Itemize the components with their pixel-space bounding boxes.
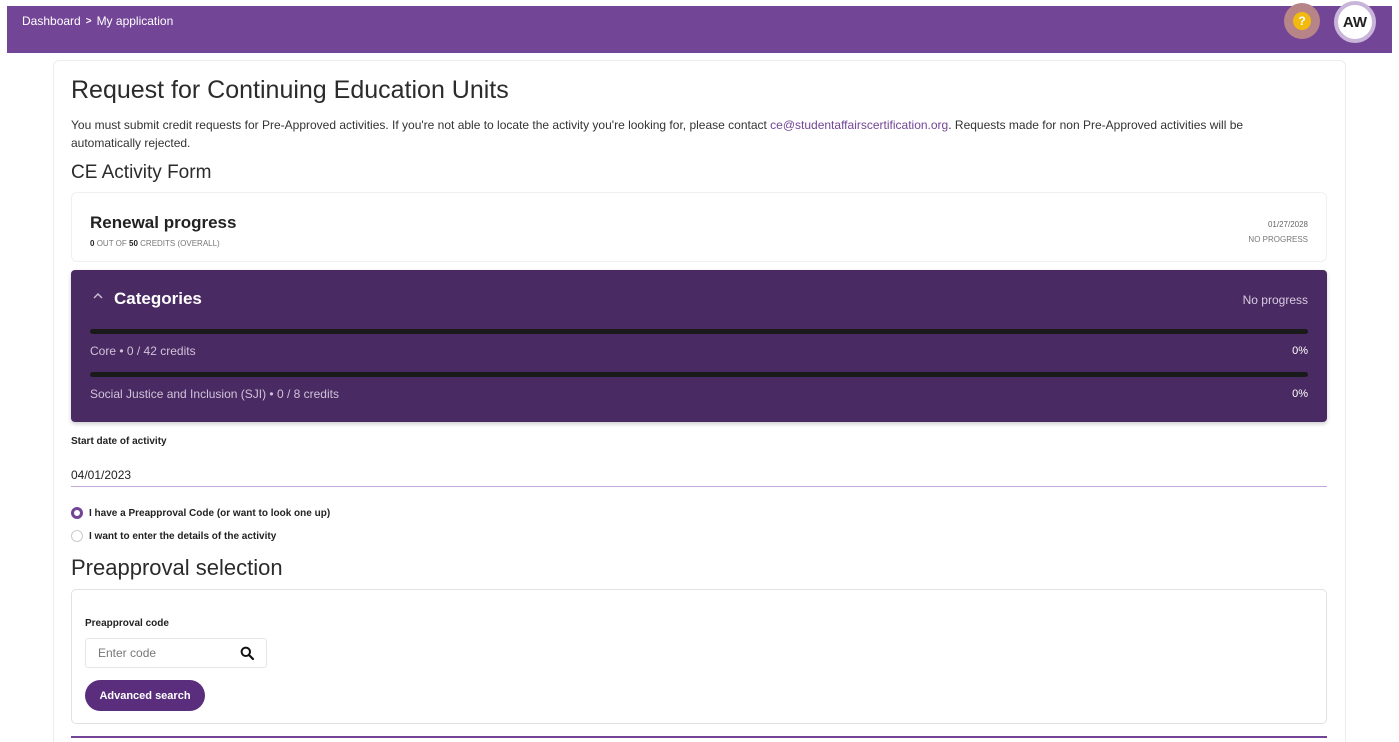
radio-enter-details-label: I want to enter the details of the activ…	[89, 530, 277, 542]
top-bar: Dashboard > My application ? AW	[7, 1, 1392, 53]
help-button[interactable]: ?	[1284, 3, 1320, 39]
renewal-progress-title: Renewal progress	[90, 213, 237, 232]
preapproval-section-title: Preapproval selection	[71, 555, 283, 580]
page-title: Request for Continuing Education Units	[71, 76, 509, 104]
radio-preapproval-code[interactable]: I have a Preapproval Code (or want to lo…	[71, 507, 330, 519]
radio-button-selected[interactable]	[71, 507, 83, 519]
breadcrumb: Dashboard > My application	[22, 14, 173, 28]
advanced-search-button[interactable]: Advanced search	[85, 680, 205, 711]
start-date-input[interactable]	[71, 463, 1327, 487]
breadcrumb-dashboard[interactable]: Dashboard	[22, 14, 81, 28]
preapproval-code-field	[85, 638, 267, 668]
sji-category-label: Social Justice and Inclusion (SJI) • 0 /…	[90, 387, 339, 401]
renewal-deadline-date: 01/27/2028	[1267, 220, 1308, 229]
core-category-label: Core • 0 / 42 credits	[90, 344, 196, 358]
contact-email-link[interactable]: ce@studentaffairscertification.org	[770, 118, 948, 132]
preapproval-box: Preapproval code Advanced search	[71, 589, 1327, 724]
radio-button-unselected[interactable]	[71, 530, 83, 542]
renewal-credits-summary: 0 OUT OF 50 CREDITS (OVERALL)	[90, 239, 220, 248]
intro-text: You must submit credit requests for Pre-…	[71, 118, 1244, 150]
section-divider	[71, 736, 1327, 738]
breadcrumb-my-application[interactable]: My application	[97, 14, 174, 28]
breadcrumb-separator-icon: >	[85, 15, 92, 27]
renewal-status: NO PROGRESS	[1248, 235, 1308, 244]
form-title: CE Activity Form	[71, 162, 212, 183]
categories-toggle[interactable]: Categories	[114, 289, 202, 309]
sji-category-percent: 0%	[1292, 388, 1308, 400]
radio-preapproval-code-label: I have a Preapproval Code (or want to lo…	[89, 507, 331, 519]
radio-enter-details[interactable]: I want to enter the details of the activ…	[71, 530, 276, 542]
start-date-label: Start date of activity	[71, 436, 167, 447]
categories-panel: Categories No progress Core • 0 / 42 cre…	[71, 270, 1327, 422]
core-progress-bar	[90, 329, 1308, 334]
preapproval-code-input[interactable]	[86, 639, 236, 667]
preapproval-code-label: Preapproval code	[85, 618, 169, 629]
categories-status: No progress	[1242, 293, 1308, 307]
help-icon: ?	[1293, 12, 1311, 30]
user-avatar[interactable]: AW	[1334, 1, 1376, 43]
search-icon[interactable]	[240, 646, 254, 660]
core-category-percent: 0%	[1292, 345, 1308, 357]
chevron-up-icon[interactable]	[93, 291, 103, 303]
sji-progress-bar	[90, 372, 1308, 377]
renewal-progress-card: Renewal progress 0 OUT OF 50 CREDITS (OV…	[71, 192, 1327, 262]
